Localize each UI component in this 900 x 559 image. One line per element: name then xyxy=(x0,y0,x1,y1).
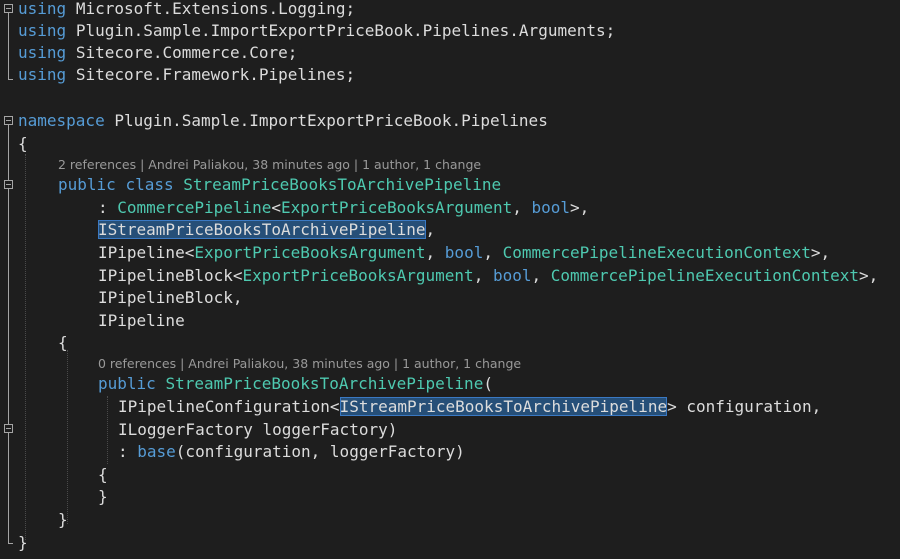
outline-line xyxy=(8,125,9,180)
highlighted-interface[interactable]: IStreamPriceBooksToArchivePipeline xyxy=(98,220,426,239)
constructor-declaration[interactable]: public StreamPriceBooksToArchivePipeline… xyxy=(98,373,493,395)
base-type-line[interactable]: : CommercePipeline<ExportPriceBooksArgum… xyxy=(98,197,589,219)
outline-line xyxy=(8,189,9,424)
constructor-codelens[interactable]: 0 references | Andrei Paliakou, 38 minut… xyxy=(98,356,521,372)
constructor-open-brace[interactable]: { xyxy=(98,464,108,486)
class-close-brace[interactable]: } xyxy=(58,509,68,531)
using-line[interactable]: using Microsoft.Extensions.Logging; xyxy=(18,0,355,20)
base-type-line[interactable]: IPipeline xyxy=(98,310,185,332)
constructor-close-brace[interactable]: } xyxy=(98,486,108,508)
base-type-line[interactable]: IPipelineBlock<ExportPriceBooksArgument,… xyxy=(98,265,878,287)
collapse-constructor-icon[interactable] xyxy=(4,424,13,433)
base-call-line[interactable]: : base(configuration, loggerFactory) xyxy=(118,441,465,463)
indent-guide xyxy=(25,154,26,540)
namespace-close-brace[interactable]: } xyxy=(18,532,28,554)
base-type-line[interactable]: IPipeline<ExportPriceBooksArgument, bool… xyxy=(98,242,830,264)
collapse-namespace-icon[interactable] xyxy=(4,116,13,125)
outline-end xyxy=(8,543,13,544)
constructor-param[interactable]: ILoggerFactory loggerFactory) xyxy=(118,419,397,441)
base-type-line[interactable]: IStreamPriceBooksToArchivePipeline, xyxy=(98,219,435,241)
outline-line xyxy=(8,433,9,543)
outline-end xyxy=(8,79,13,80)
namespace-open-brace[interactable]: { xyxy=(18,133,28,155)
highlighted-type-argument[interactable]: IStreamPriceBooksToArchivePipeline xyxy=(339,397,668,416)
constructor-param[interactable]: IPipelineConfiguration<IStreamPriceBooks… xyxy=(118,396,821,418)
namespace-line[interactable]: namespace Plugin.Sample.ImportExportPric… xyxy=(18,110,548,132)
using-line[interactable]: using Plugin.Sample.ImportExportPriceBoo… xyxy=(18,20,615,42)
indent-guide xyxy=(107,396,108,464)
class-open-brace[interactable]: { xyxy=(58,332,68,354)
class-declaration[interactable]: public class StreamPriceBooksToArchivePi… xyxy=(58,174,501,196)
collapse-class-icon[interactable] xyxy=(4,180,13,189)
indent-guide xyxy=(67,350,68,524)
code-editor[interactable]: using Microsoft.Extensions.Logging; usin… xyxy=(0,0,900,559)
using-line[interactable]: using Sitecore.Framework.Pipelines; xyxy=(18,64,355,86)
base-type-line[interactable]: IPipelineBlock, xyxy=(98,287,243,309)
using-line[interactable]: using Sitecore.Commerce.Core; xyxy=(18,42,297,64)
outline-line xyxy=(8,13,9,79)
class-codelens[interactable]: 2 references | Andrei Paliakou, 38 minut… xyxy=(58,157,481,173)
collapse-usings-icon[interactable] xyxy=(4,4,13,13)
